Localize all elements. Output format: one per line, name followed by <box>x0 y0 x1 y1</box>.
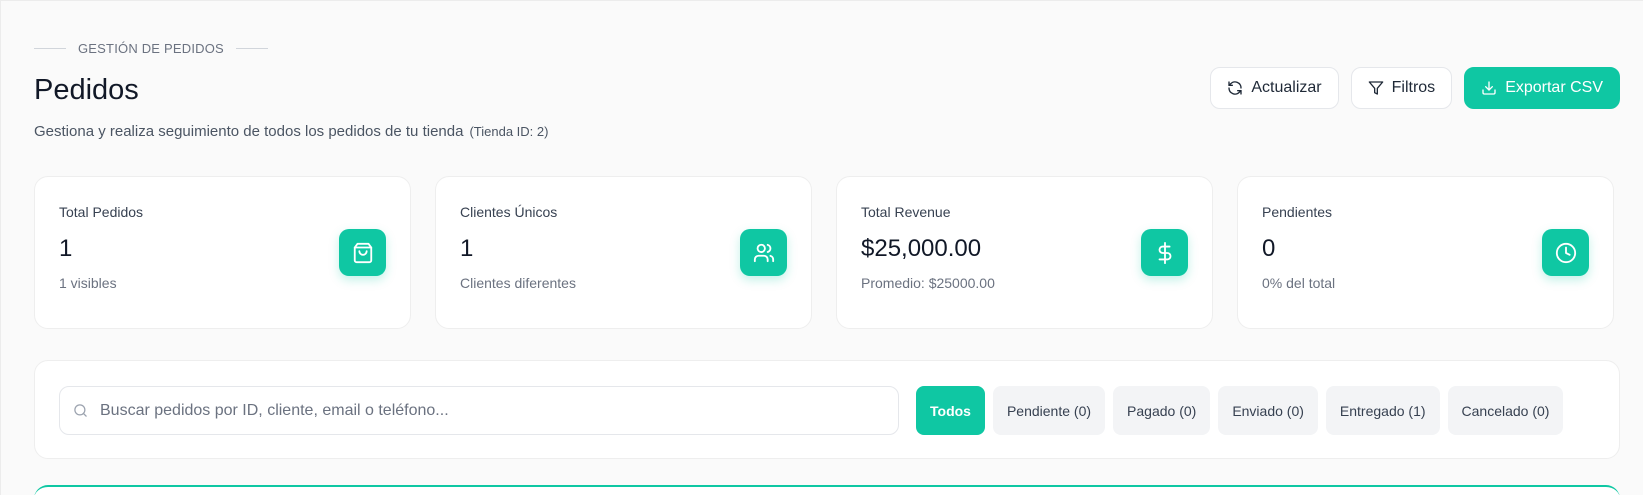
orders-filter-bar: Todos Pendiente (0) Pagado (0) Enviado (… <box>34 360 1620 459</box>
tab-pending[interactable]: Pendiente (0) <box>992 386 1106 435</box>
subtitle-text: Gestiona y realiza seguimiento de todos … <box>34 123 464 140</box>
stat-note: Clientes diferentes <box>460 275 576 291</box>
refresh-button[interactable]: Actualizar <box>1210 67 1339 109</box>
status-tabs: Todos Pendiente (0) Pagado (0) Enviado (… <box>916 386 1564 435</box>
stat-value: 1 <box>460 235 474 262</box>
page-subtitle: Gestiona y realiza seguimiento de todos … <box>34 123 548 140</box>
stats-cards: Total Pedidos 1 1 visibles Clientes Únic… <box>34 176 1614 329</box>
stat-card-total-revenue: Total Revenue $25,000.00 Promedio: $2500… <box>836 176 1213 329</box>
filters-button-label: Filtros <box>1391 79 1436 96</box>
stat-icon-tile <box>1542 229 1589 276</box>
header-actions: Actualizar Filtros Exportar CSV <box>1210 67 1620 109</box>
users-icon <box>753 243 774 262</box>
page-eyebrow: GESTIÓN DE PEDIDOS <box>34 41 268 56</box>
stat-note: 1 visibles <box>59 275 117 291</box>
orders-table-top-edge <box>34 485 1620 495</box>
export-csv-button-label: Exportar CSV <box>1505 79 1603 96</box>
stat-card-pending: Pendientes 0 0% del total <box>1237 176 1614 329</box>
filters-button[interactable]: Filtros <box>1350 67 1453 109</box>
stat-icon-tile <box>740 229 787 276</box>
eyebrow-text: GESTIÓN DE PEDIDOS <box>78 41 224 56</box>
stat-icon-tile <box>339 229 386 276</box>
tab-cancelled[interactable]: Cancelado (0) <box>1447 386 1564 435</box>
dollar-icon <box>1158 241 1171 264</box>
tab-delivered[interactable]: Entregado (1) <box>1325 386 1440 435</box>
stat-note: Promedio: $25000.00 <box>861 275 995 291</box>
tab-shipped[interactable]: Enviado (0) <box>1218 386 1318 435</box>
stat-value: $25,000.00 <box>861 235 982 262</box>
eyebrow-line-left <box>34 48 66 49</box>
search-input[interactable] <box>100 401 898 420</box>
stat-note: 0% del total <box>1262 275 1336 291</box>
stat-label: Total Revenue <box>861 204 951 220</box>
search-box <box>59 386 899 435</box>
store-id: (Tienda ID: 2) <box>469 124 549 139</box>
tab-all[interactable]: Todos <box>916 386 985 435</box>
refresh-icon <box>1228 81 1243 95</box>
stat-value: 0 <box>1262 235 1276 262</box>
page-title: Pedidos <box>34 74 139 106</box>
stat-label: Clientes Únicos <box>460 204 558 220</box>
stat-card-unique-clients: Clientes Únicos 1 Clientes diferentes <box>435 176 812 329</box>
download-icon <box>1482 81 1496 95</box>
filter-icon <box>1368 81 1383 95</box>
search-icon <box>74 404 87 417</box>
refresh-button-label: Actualizar <box>1251 79 1322 96</box>
stat-label: Total Pedidos <box>59 204 144 220</box>
export-csv-button[interactable]: Exportar CSV <box>1464 67 1620 109</box>
stat-icon-tile <box>1141 229 1188 276</box>
clock-icon <box>1555 242 1576 263</box>
stat-card-total-orders: Total Pedidos 1 1 visibles <box>34 176 411 329</box>
eyebrow-line-right <box>235 48 268 49</box>
shopping-bag-icon <box>353 242 372 263</box>
stat-value: 1 <box>59 235 73 262</box>
stat-label: Pendientes <box>1262 204 1333 220</box>
tab-paid[interactable]: Pagado (0) <box>1113 386 1211 435</box>
